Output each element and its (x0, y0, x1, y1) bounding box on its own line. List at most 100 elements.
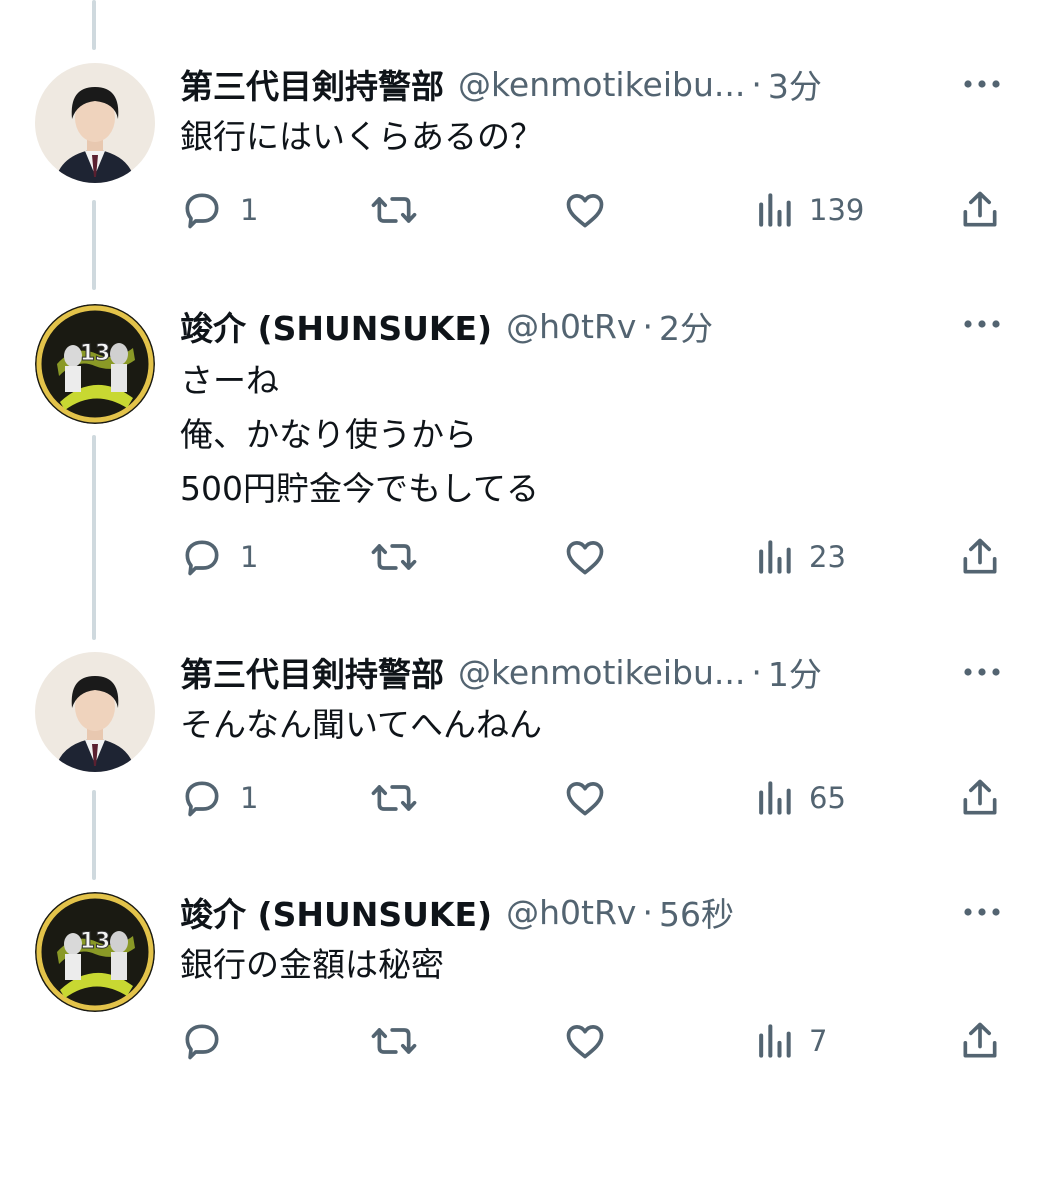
share-icon (963, 1022, 997, 1058)
timestamp[interactable]: 56秒 (659, 888, 734, 936)
tweet-header: 第三代目剣持警部 @kenmotikeibu... · 3分 (180, 60, 822, 108)
view-count: 139 (809, 193, 865, 227)
share-button[interactable] (958, 773, 1002, 823)
heart-icon (566, 782, 604, 816)
reply-button[interactable] (180, 1016, 240, 1066)
timestamp[interactable]: 1分 (768, 648, 822, 696)
reply-count: 1 (240, 781, 259, 815)
more-dots-icon (964, 80, 1000, 88)
retweet-icon (371, 197, 417, 223)
tweet-text: 銀行の金額は秘密 (180, 938, 444, 992)
more-dots-icon (964, 908, 1000, 916)
more-dots-icon (964, 668, 1000, 676)
thread-line (92, 435, 96, 640)
tweet-header: 竣介 (SHUNSUKE) @h0tRv · 2分 (180, 302, 713, 350)
avatar-baseball-image: 13 (35, 304, 155, 424)
like-button[interactable] (562, 773, 608, 823)
analytics-icon (759, 193, 791, 227)
view-count: 7 (809, 1024, 828, 1058)
tweet-header: 竣介 (SHUNSUKE) @h0tRv · 56秒 (180, 888, 734, 936)
share-button[interactable] (958, 532, 1002, 582)
share-button[interactable] (958, 185, 1002, 235)
tweet-actions: 1 65 (180, 773, 1010, 823)
retweet-button[interactable] (370, 1016, 418, 1066)
heart-icon (566, 1025, 604, 1059)
tweet-text-line: 500円貯金今でもしてる (180, 469, 539, 508)
separator-dot: · (751, 652, 762, 692)
display-name[interactable]: 第三代目剣持警部 (180, 60, 444, 108)
tweet-text-line: そんなん聞いてへんねん (180, 705, 543, 744)
reply-icon (185, 781, 219, 817)
view-count: 23 (809, 540, 846, 574)
avatar[interactable] (35, 652, 155, 772)
more-options-button[interactable] (960, 302, 1004, 346)
views-button[interactable]: 23 (755, 532, 846, 582)
display-name[interactable]: 第三代目剣持警部 (180, 648, 444, 696)
like-button[interactable] (562, 1016, 608, 1066)
reply-count: 1 (240, 540, 259, 574)
heart-icon (566, 194, 604, 228)
tweet-text-line: 銀行にはいくらあるの？ (180, 117, 543, 156)
display-name[interactable]: 竣介 (SHUNSUKE) (180, 888, 492, 936)
avatar[interactable] (35, 63, 155, 183)
more-options-button[interactable] (960, 62, 1004, 106)
tweet-text-line: 俺、かなり使うから (180, 415, 477, 454)
more-options-button[interactable] (960, 650, 1004, 694)
tweet-text: そんなん聞いてへんねん (180, 698, 542, 752)
tweet-text-line: さーね (180, 361, 279, 400)
views-button[interactable]: 7 (755, 1016, 827, 1066)
reply-icon (185, 1024, 219, 1060)
separator-dot: · (642, 892, 653, 932)
reply-count: 1 (240, 193, 259, 227)
analytics-icon (759, 781, 791, 815)
display-name[interactable]: 竣介 (SHUNSUKE) (180, 302, 492, 350)
share-icon (963, 779, 997, 815)
thread-line (92, 790, 96, 880)
retweet-icon (371, 785, 417, 811)
views-button[interactable]: 139 (755, 185, 864, 235)
separator-dot: · (751, 64, 762, 104)
tweet-text: さーね 俺、かなり使うから 500円貯金今でもしてる (180, 354, 539, 516)
retweet-button[interactable] (370, 185, 418, 235)
user-handle[interactable]: @h0tRv (506, 307, 636, 346)
retweet-icon (371, 544, 417, 570)
heart-icon (566, 541, 604, 575)
svg-text:13: 13 (80, 341, 111, 366)
avatar-baseball-image: 13 (35, 892, 155, 1012)
share-icon (963, 191, 997, 227)
reply-button[interactable]: 1 (180, 185, 258, 235)
share-button[interactable] (958, 1016, 1002, 1066)
separator-dot: · (642, 306, 653, 346)
analytics-icon (759, 1024, 791, 1058)
share-icon (963, 538, 997, 574)
tweet-actions: 1 23 (180, 532, 1010, 582)
user-handle[interactable]: @kenmotikeibu... (458, 65, 745, 104)
avatar[interactable]: 13 (35, 304, 155, 424)
user-handle[interactable]: @kenmotikeibu... (458, 653, 745, 692)
tweet-actions: 7 (180, 1016, 1010, 1066)
reply-icon (185, 193, 219, 229)
retweet-icon (371, 1028, 417, 1054)
retweet-button[interactable] (370, 532, 418, 582)
svg-text:13: 13 (80, 929, 111, 954)
retweet-button[interactable] (370, 773, 418, 823)
reply-button[interactable]: 1 (180, 532, 258, 582)
timestamp[interactable]: 2分 (659, 302, 713, 350)
analytics-icon (759, 540, 791, 574)
view-count: 65 (809, 781, 846, 815)
avatar[interactable]: 13 (35, 892, 155, 1012)
views-button[interactable]: 65 (755, 773, 846, 823)
like-button[interactable] (562, 185, 608, 235)
more-dots-icon (964, 320, 1000, 328)
reply-icon (185, 540, 219, 576)
tweet-text-line: 銀行の金額は秘密 (180, 945, 444, 984)
timestamp[interactable]: 3分 (768, 60, 822, 108)
more-options-button[interactable] (960, 890, 1004, 934)
like-button[interactable] (562, 532, 608, 582)
reply-button[interactable]: 1 (180, 773, 258, 823)
tweet-header: 第三代目剣持警部 @kenmotikeibu... · 1分 (180, 648, 822, 696)
user-handle[interactable]: @h0tRv (506, 893, 636, 932)
tweet-actions: 1 139 (180, 185, 1010, 235)
avatar-portrait-image (35, 63, 155, 183)
tweet-text: 銀行にはいくらあるの？ (180, 110, 543, 164)
